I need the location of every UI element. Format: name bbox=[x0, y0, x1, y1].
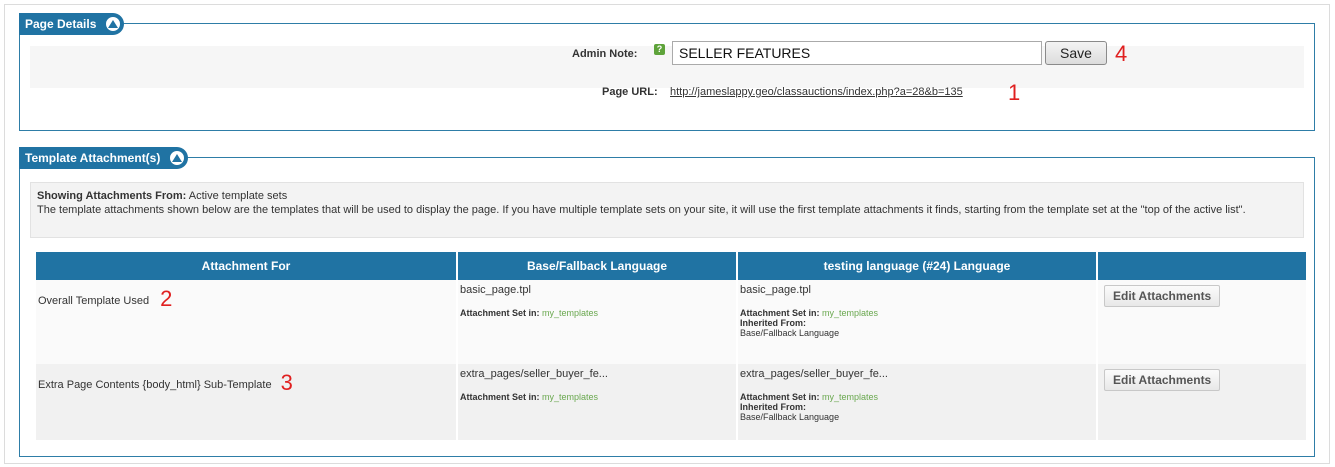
actions-cell: Edit Attachments bbox=[1098, 280, 1306, 364]
page-details-panel: Page Details Admin Note: ? Save 4 Page U… bbox=[19, 13, 1315, 131]
chevron-up-icon[interactable] bbox=[168, 149, 187, 167]
edit-attachments-button[interactable]: Edit Attachments bbox=[1104, 285, 1221, 307]
page-url-link[interactable]: http://jameslappy.geo/classauctions/inde… bbox=[670, 86, 963, 98]
column-header: Base/Fallback Language bbox=[458, 252, 736, 280]
base-set-label: Attachment Set in: bbox=[460, 392, 540, 402]
lang-set-label: Attachment Set in: bbox=[740, 308, 820, 318]
attachments-info-box: Showing Attachments From: Active templat… bbox=[30, 182, 1304, 238]
testing-language-cell: extra_pages/seller_buyer_fe... Attachmen… bbox=[738, 364, 1096, 440]
edit-attachments-button[interactable]: Edit Attachments bbox=[1104, 369, 1221, 391]
inherited-label: Inherited From: bbox=[740, 318, 807, 328]
lang-set-value[interactable]: my_templates bbox=[822, 392, 878, 402]
admin-note-label: Admin Note: bbox=[572, 48, 638, 60]
annotation-4: 4 bbox=[1115, 41, 1128, 66]
base-set-value[interactable]: my_templates bbox=[542, 392, 598, 402]
lang-set-label: Attachment Set in: bbox=[740, 392, 820, 402]
testing-language-cell: basic_page.tpl Attachment Set in: my_tem… bbox=[738, 280, 1096, 364]
showing-value: Active template sets bbox=[188, 190, 288, 202]
attachment-for-cell: Extra Page Contents {body_html} Sub-Temp… bbox=[36, 364, 456, 440]
column-header bbox=[1098, 252, 1306, 280]
template-attachments-header[interactable]: Template Attachment(s) bbox=[19, 147, 189, 169]
lang-template-file: extra_pages/seller_buyer_fe... bbox=[740, 368, 888, 380]
save-button[interactable]: Save bbox=[1045, 41, 1107, 65]
column-header: testing language (#24) Language bbox=[738, 252, 1096, 280]
lang-attachment-set: Attachment Set in: my_templates bbox=[740, 392, 1094, 402]
base-set-label: Attachment Set in: bbox=[460, 308, 540, 318]
page-url-label: Page URL: bbox=[602, 86, 658, 98]
lang-set-value[interactable]: my_templates bbox=[822, 308, 878, 318]
base-template-file: extra_pages/seller_buyer_fe... bbox=[460, 368, 608, 380]
base-language-cell: basic_page.tpl Attachment Set in: my_tem… bbox=[458, 280, 736, 364]
admin-note-input[interactable] bbox=[672, 41, 1042, 65]
inherited-label: Inherited From: bbox=[740, 402, 807, 412]
annotation-2: 2 bbox=[160, 286, 173, 311]
table-row: Extra Page Contents {body_html} Sub-Temp… bbox=[36, 364, 1306, 440]
attachment-for-text: Extra Page Contents {body_html} Sub-Temp… bbox=[38, 379, 272, 391]
admin-note-row bbox=[30, 46, 1304, 88]
page-frame: Page Details Admin Note: ? Save 4 Page U… bbox=[4, 4, 1330, 464]
base-template-file: basic_page.tpl bbox=[460, 284, 531, 296]
attachments-table: Attachment For Base/Fallback Language te… bbox=[34, 252, 1308, 440]
template-attachments-panel: Template Attachment(s) Showing Attachmen… bbox=[19, 147, 1315, 457]
annotation-1: 1 bbox=[1008, 80, 1021, 105]
base-attachment-set: Attachment Set in: my_templates bbox=[460, 308, 734, 318]
chevron-up-icon[interactable] bbox=[104, 15, 123, 33]
inherited-value: Base/Fallback Language bbox=[740, 412, 840, 422]
actions-cell: Edit Attachments bbox=[1098, 364, 1306, 440]
table-row: Overall Template Used 2 basic_page.tpl A… bbox=[36, 280, 1306, 364]
lang-template-file: basic_page.tpl bbox=[740, 284, 811, 296]
template-attachments-title: Template Attachment(s) bbox=[25, 151, 161, 165]
table-header-row: Attachment For Base/Fallback Language te… bbox=[36, 252, 1306, 280]
showing-line: Showing Attachments From: Active templat… bbox=[37, 189, 1297, 203]
annotation-3: 3 bbox=[280, 370, 293, 395]
base-language-cell: extra_pages/seller_buyer_fe... Attachmen… bbox=[458, 364, 736, 440]
attachments-description: The template attachments shown below are… bbox=[37, 204, 1246, 216]
attachment-for-cell: Overall Template Used 2 bbox=[36, 280, 456, 364]
inherited-value: Base/Fallback Language bbox=[740, 328, 840, 338]
base-attachment-set: Attachment Set in: my_templates bbox=[460, 392, 734, 402]
base-set-value[interactable]: my_templates bbox=[542, 308, 598, 318]
showing-label: Showing Attachments From: bbox=[37, 190, 187, 202]
attachment-for-text: Overall Template Used bbox=[38, 295, 150, 307]
page-details-header[interactable]: Page Details bbox=[19, 13, 125, 35]
help-icon[interactable]: ? bbox=[654, 44, 665, 55]
column-header: Attachment For bbox=[36, 252, 456, 280]
lang-attachment-set: Attachment Set in: my_templates bbox=[740, 308, 1094, 318]
page-details-title: Page Details bbox=[25, 17, 97, 31]
